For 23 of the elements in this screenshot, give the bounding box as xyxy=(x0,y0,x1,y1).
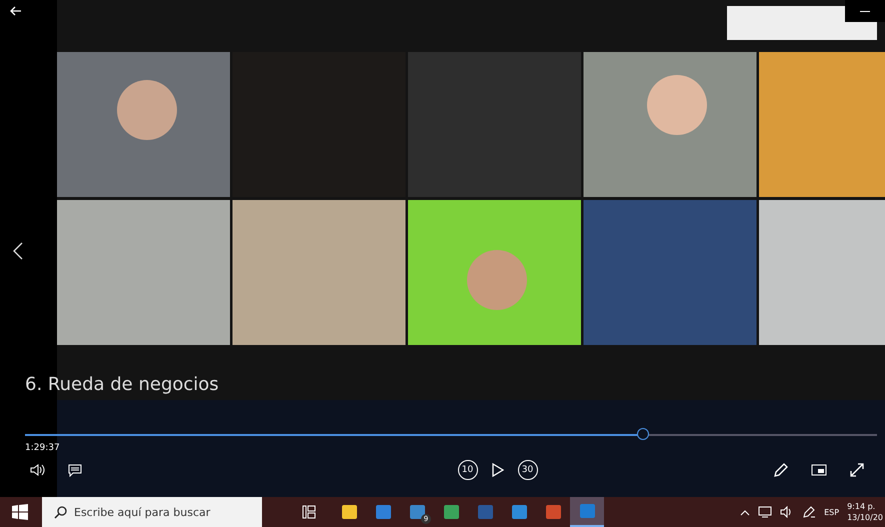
seek-thumb[interactable] xyxy=(636,428,649,440)
windows-logo-icon[interactable] xyxy=(12,504,28,520)
pen-icon[interactable] xyxy=(802,505,816,519)
elapsed-time: 1:29:37 xyxy=(25,443,60,453)
play-button[interactable] xyxy=(492,463,504,477)
volume-icon[interactable] xyxy=(30,463,46,477)
pen-icon[interactable] xyxy=(773,462,789,478)
video-title: 6. Rueda de negocios xyxy=(25,374,219,395)
skip-back-button[interactable]: 10 xyxy=(458,460,478,480)
chevron-up-icon[interactable] xyxy=(740,508,750,516)
clock-time[interactable]: 9:14 p. xyxy=(847,501,883,512)
search-icon xyxy=(54,506,67,519)
back-arrow-icon[interactable] xyxy=(10,6,22,16)
mini-view-icon[interactable] xyxy=(811,464,827,476)
input-language[interactable]: ESP xyxy=(824,508,840,516)
clock-date[interactable]: 13/10/20 xyxy=(847,512,883,523)
skip-forward-button[interactable]: 30 xyxy=(518,460,538,480)
network-icon[interactable] xyxy=(758,506,772,518)
previous-chevron-icon[interactable] xyxy=(13,242,23,260)
task-view-icon[interactable] xyxy=(302,505,316,519)
fullscreen-icon[interactable] xyxy=(849,462,865,478)
search-field[interactable]: Escribe aquí para buscar xyxy=(42,497,262,527)
subtitles-icon[interactable] xyxy=(68,464,82,476)
